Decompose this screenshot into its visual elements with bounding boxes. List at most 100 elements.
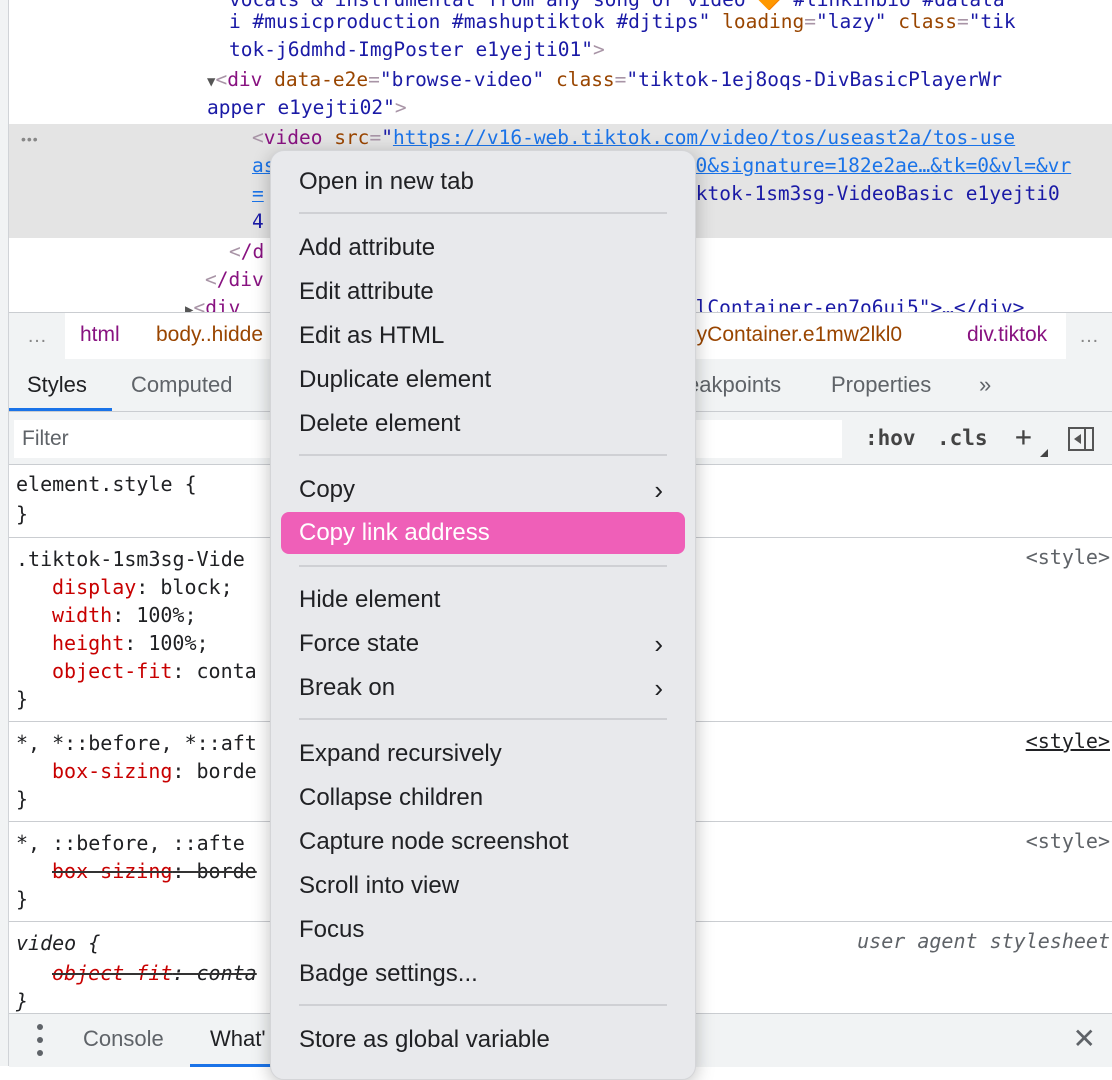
menu-item-edit-attribute[interactable]: Edit attribute [281, 271, 685, 313]
breadcrumb-scroll-left[interactable]: … [9, 313, 65, 359]
tab-dom-breakpoints[interactable]: eakpoints [687, 372, 781, 398]
menu-item-scroll-into-view[interactable]: Scroll into view [281, 865, 685, 907]
close-drawer-icon[interactable]: ✕ [1073, 1022, 1096, 1055]
css-declaration[interactable]: object-fit: conta [52, 657, 257, 685]
menu-item-break-on[interactable]: Break on › [281, 667, 685, 709]
css-declaration[interactable]: height: 100%; [52, 629, 209, 657]
menu-item-add-attribute[interactable]: Add attribute [281, 227, 685, 269]
menu-item-label: Force state [299, 630, 420, 657]
menu-item-edit-as-html[interactable]: Edit as HTML [281, 315, 685, 357]
breadcrumb-item[interactable]: body..hidde [156, 323, 263, 347]
rule-source-link[interactable]: <style> [1026, 829, 1110, 853]
rule-selector[interactable]: video { [16, 929, 100, 957]
more-tabs-chevron-icon[interactable]: » [979, 372, 991, 398]
active-tab-indicator [9, 408, 112, 411]
class-toggle[interactable]: .cls [937, 426, 988, 450]
rule-selector[interactable]: *, ::before, ::afte [16, 829, 245, 857]
menu-separator [299, 565, 667, 567]
dom-line[interactable]: i #musicproduction #mashuptiktok #djtips… [229, 8, 1016, 36]
video-src-link[interactable]: 0&signature=182e2ae…&tk=0&vl=&vr [695, 154, 1071, 177]
breadcrumb-item[interactable]: dyContainer.e1mw2lkl0 [685, 323, 902, 347]
menu-item-store-as-global-variable[interactable]: Store as global variable [281, 1019, 685, 1061]
rule-close-brace: } [16, 989, 29, 1013]
menu-item-copy-link-address[interactable]: Copy link address [281, 512, 685, 554]
node-actions-dots[interactable]: ••• [21, 131, 39, 147]
rule-source-link[interactable]: <style> [1026, 729, 1110, 753]
menu-item-expand-recursively[interactable]: Expand recursively [281, 733, 685, 775]
menu-item-collapse-children[interactable]: Collapse children [281, 777, 685, 819]
menu-item-delete-element[interactable]: Delete element [281, 403, 685, 445]
css-declaration[interactable]: width: 100%; [52, 601, 197, 629]
dom-line[interactable]: </d [229, 238, 264, 266]
tab-styles[interactable]: Styles [27, 372, 87, 398]
attr-value: "tiktok-1ej8oqs-DivBasicPlayerWr [626, 68, 1003, 91]
menu-item-label: Copy [299, 476, 356, 503]
attr-name: class [555, 68, 615, 91]
attr-name: src [334, 126, 370, 149]
rule-close-brace: } [16, 502, 29, 526]
dom-text: 4 [252, 210, 264, 233]
rule-close-brace: } [16, 887, 29, 911]
attr-value: "tik [968, 10, 1016, 33]
menu-item-capture-node-screenshot[interactable]: Capture node screenshot [281, 821, 685, 863]
new-style-rule-icon[interactable]: + [1015, 420, 1032, 453]
breadcrumb-item[interactable]: html [80, 323, 120, 347]
dom-line[interactable]: ▼<div data-e2e="browse-video" class="tik… [207, 66, 1002, 96]
drawer-tab-whats-new[interactable]: What' [210, 1026, 266, 1052]
submenu-chevron-right-icon: › [654, 673, 663, 703]
tag-name: /d [240, 240, 265, 263]
hover-state-toggle[interactable]: :hov [865, 426, 916, 450]
tag-name: div [205, 296, 241, 312]
submenu-chevron-right-icon: › [654, 475, 663, 505]
rule-close-brace: } [16, 687, 29, 711]
video-src-link[interactable]: https://v16-web.tiktok.com/video/tos/use… [393, 126, 1015, 149]
toggle-sidebar-icon[interactable] [1068, 427, 1094, 451]
attr-name: loading [722, 10, 805, 33]
css-declaration-overridden[interactable]: box-sizing: borde [52, 857, 257, 885]
rule-close-brace: } [16, 787, 29, 811]
menu-item-open-in-new-tab[interactable]: Open in new tab [281, 161, 685, 203]
dom-line[interactable]: 4 [252, 208, 264, 236]
context-menu: Open in new tab Add attribute Edit attri… [270, 150, 696, 1080]
rule-selector[interactable]: *, *::before, *::aft [16, 729, 257, 757]
attr-name: class [898, 10, 957, 33]
video-src-link[interactable]: = [252, 182, 264, 205]
menu-item-duplicate-element[interactable]: Duplicate element [281, 359, 685, 401]
css-declaration[interactable]: box-sizing: borde [52, 757, 257, 785]
rule-source-link[interactable]: <style> [1026, 545, 1110, 569]
menu-separator [299, 212, 667, 214]
tag-name: video [263, 126, 323, 149]
menu-item-copy[interactable]: Copy › [281, 469, 685, 511]
dom-text: trolContainer-en7o6ui5">…</div> [660, 296, 1025, 312]
dom-line[interactable]: tok-j6dmhd-ImgPoster e1yejti01"> [229, 36, 605, 64]
css-declaration[interactable]: display: block; [52, 573, 233, 601]
submenu-chevron-right-icon: › [654, 629, 663, 659]
dom-text: ktok-1sm3sg-VideoBasic e1yejti0 [695, 182, 1060, 205]
drawer-tab-console[interactable]: Console [83, 1026, 164, 1052]
dom-line[interactable]: apper e1yejti02"> [207, 94, 407, 122]
tab-properties[interactable]: Properties [831, 372, 931, 398]
tab-computed[interactable]: Computed [131, 372, 233, 398]
rule-selector[interactable]: element.style { [16, 470, 197, 498]
dom-text: i #musicproduction #mashuptiktok #djtips… [229, 10, 711, 33]
menu-item-label: Break on [299, 674, 396, 701]
dom-line-selected[interactable]: <video src="https://v16-web.tiktok.com/v… [252, 124, 1015, 152]
menu-item-focus[interactable]: Focus [281, 909, 685, 951]
breadcrumb-scroll-right[interactable]: … [1066, 313, 1112, 359]
dom-line[interactable]: </div [205, 266, 264, 294]
dom-text: apper e1yejti02" [207, 96, 395, 119]
rule-selector[interactable]: .tiktok-1sm3sg-Vide [16, 545, 245, 573]
menu-item-hide-element[interactable]: Hide element [281, 579, 685, 621]
css-declaration-overridden[interactable]: object-fit: conta [52, 959, 257, 987]
menu-separator [299, 454, 667, 456]
rule-source-label: user agent stylesheet [857, 929, 1110, 953]
attr-value: "browse-video" [379, 68, 545, 91]
menu-item-badge-settings[interactable]: Badge settings... [281, 953, 685, 995]
breadcrumb-item[interactable]: div.tiktok [967, 323, 1047, 347]
dom-text: tok-j6dmhd-ImgPoster e1yejti01" [229, 38, 593, 61]
left-edge [0, 0, 9, 1066]
menu-item-force-state[interactable]: Force state › [281, 623, 685, 665]
drawer-menu-icon[interactable] [35, 1024, 45, 1056]
new-rule-dropdown-icon[interactable] [1040, 449, 1048, 457]
attr-name: data-e2e [274, 68, 369, 91]
